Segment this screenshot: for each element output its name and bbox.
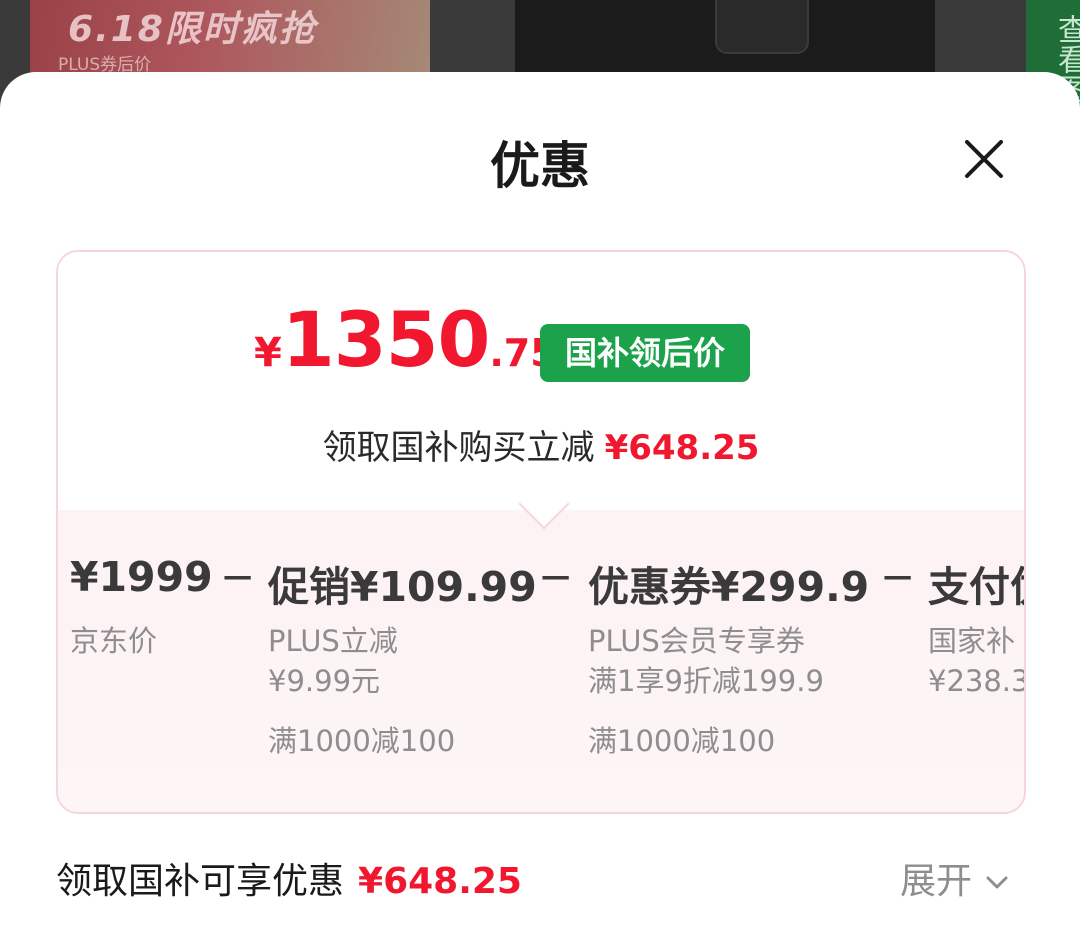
discount-sheet: 优惠 ¥1350.75 国补领后价 领取国补购买立减 ¥648.25 ¥1999 … (0, 72, 1080, 932)
expand-label: 展开 (900, 861, 973, 902)
minus-operator: − (538, 552, 574, 601)
breakdown-note: PLUS会员专享券 (588, 624, 805, 658)
subsidy-summary-amount: ¥648.25 (358, 861, 522, 902)
discount-summary: 领取国补购买立减 ¥648.25 (58, 420, 1024, 469)
close-button[interactable] (952, 127, 1016, 191)
final-price: ¥1350.75 (254, 302, 557, 378)
breakdown-note: 满1000减100 (588, 724, 776, 758)
chevron-down-icon (986, 876, 1008, 889)
price-currency: ¥ (254, 330, 282, 376)
final-price-section: ¥1350.75 国补领后价 领取国补购买立减 ¥648.25 (58, 252, 1024, 510)
breakdown-value-coupon: 优惠券¥299.9 (588, 563, 870, 611)
price-integer: 1350 (281, 295, 491, 384)
minus-operator: − (220, 552, 256, 601)
breakdown-note: PLUS立减 (268, 624, 398, 658)
breakdown-note: 国家补 (928, 624, 1016, 658)
close-icon (965, 140, 1003, 178)
minus-operator: − (880, 552, 916, 601)
price-breakdown-card: ¥1350.75 国补领后价 领取国补购买立减 ¥648.25 ¥1999 京东价… (56, 250, 1026, 814)
breakdown-note: ¥9.99元 (268, 664, 381, 698)
breakdown-scroller[interactable]: ¥1999 京东价 − 促销¥109.99 PLUS立减 ¥9.99元 满100… (58, 510, 1024, 812)
discount-summary-text: 领取国补购买立减 (322, 428, 595, 468)
subsidy-summary: 领取国补可享优惠 ¥648.25 (56, 852, 522, 904)
subsidy-summary-label: 领取国补可享优惠 (56, 861, 345, 902)
breakdown-note: 满1000减100 (268, 724, 456, 758)
breakdown-value-list-price: ¥1999 (70, 553, 213, 601)
gov-subsidy-badge: 国补领后价 (540, 324, 750, 382)
expand-button[interactable]: 展开 (900, 852, 1012, 904)
sheet-title: 优惠 (490, 137, 590, 195)
promo-banner-title: 6.18限时疯抢 (68, 9, 317, 50)
discount-summary-amount: ¥648.25 (604, 428, 760, 468)
breakdown-value-promotion: 促销¥109.99 (268, 563, 537, 611)
breakdown-note: ¥238.3 (928, 664, 1024, 698)
breakdown-value-payment: 支付优 (928, 563, 1024, 611)
product-image (515, 0, 935, 80)
breakdown-note: 京东价 (70, 624, 158, 658)
breakdown-section: ¥1999 京东价 − 促销¥109.99 PLUS立减 ¥9.99元 满100… (58, 510, 1024, 812)
breakdown-note: 满1享9折减199.9 (588, 664, 824, 698)
